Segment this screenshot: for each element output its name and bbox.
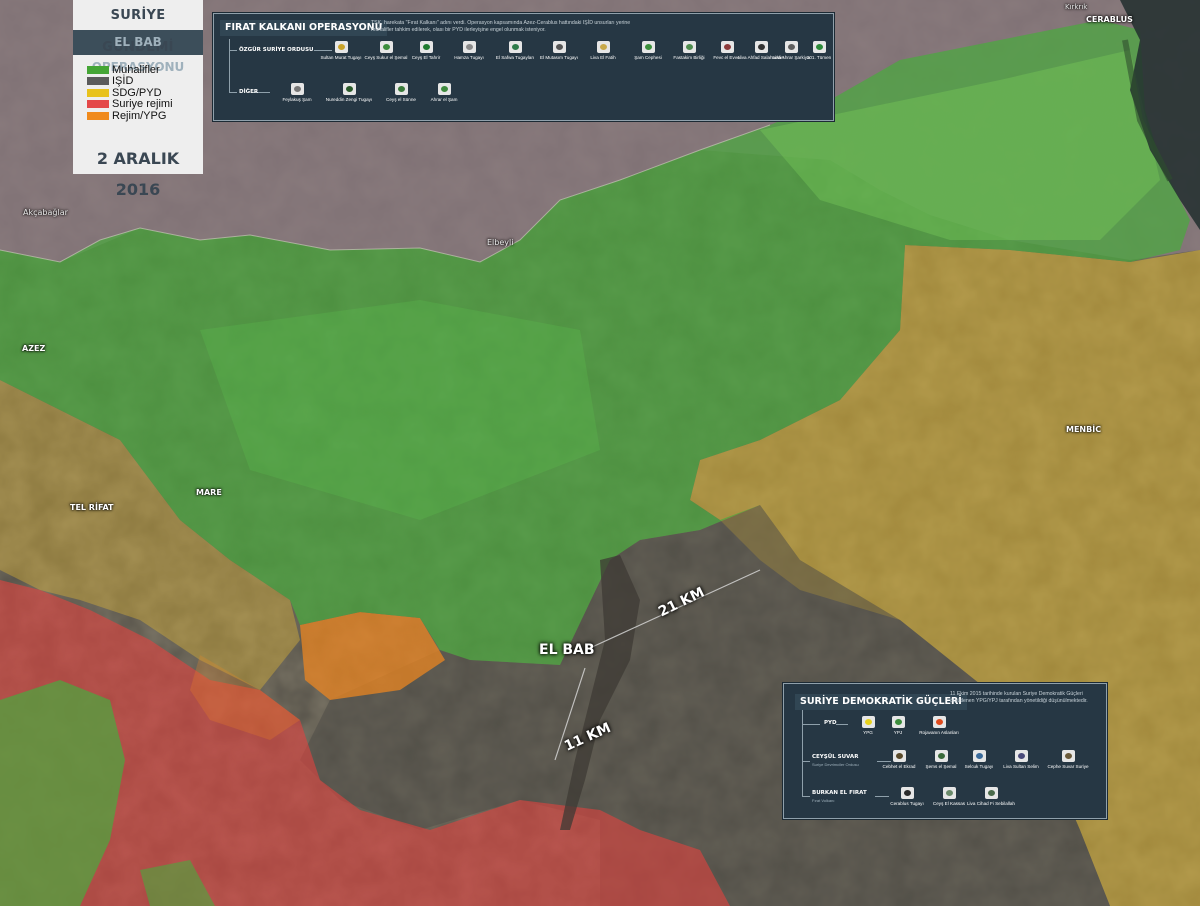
legend-swatch — [87, 88, 109, 97]
legend-label: SDG/PYD — [112, 86, 162, 99]
faction-item: El Safwa Tugayları — [490, 41, 540, 60]
faction-item: Liva Sultan Selim — [996, 750, 1046, 769]
feylakus-sam-emblem-icon — [290, 83, 304, 95]
ceys-el-sunne-emblem-icon — [394, 83, 408, 95]
place-tel-rifat: TEL RİFAT — [70, 503, 114, 512]
faction-name: Liva Sultan Selim — [1003, 764, 1039, 769]
el-mutasim-emblem-icon — [552, 41, 566, 53]
faction-name: 101. Tümen — [806, 55, 832, 60]
group-label-ozgur-suriye-ordusu: ÖZGÜR SURİYE ORDUSU — [239, 47, 314, 53]
selcuk-emblem-icon — [972, 750, 986, 762]
group-label-diger: DİĞER — [239, 89, 259, 95]
faction-item: Liva Cihad Fi Sebilallah — [966, 787, 1016, 806]
ceys-el-tahrir-emblem-icon — [419, 41, 433, 53]
firat-panel-title: FIRAT KALKANI OPERASYONU — [220, 20, 388, 36]
place-mare: MARE — [196, 488, 222, 497]
faction-item: Sultan Murat Tugayı — [316, 41, 366, 60]
faction-name: Ahrar el Şam — [430, 97, 458, 102]
sam-cephesi-emblem-icon — [641, 41, 655, 53]
group-label-burkan-el-firat: BURKAN EL FIRAT — [812, 790, 867, 796]
el-safwa-emblem-icon — [508, 41, 522, 53]
place-kirkrik: Kırkrık — [1065, 3, 1088, 11]
faction-item: Liva El Fatih — [578, 41, 628, 60]
place-azez: AZEZ — [22, 344, 46, 353]
legend-item: Muhalifler — [87, 63, 203, 76]
hamza-emblem-icon — [462, 41, 476, 53]
legend-swatch — [87, 65, 109, 74]
title-block: SURİYE GÜNDEMİ EL BAB OPERASYONU Muhalif… — [73, 0, 203, 199]
cebhet-el-ekrad-emblem-icon — [892, 750, 906, 762]
date-label: 2 ARALIK 2016 — [96, 149, 180, 199]
sdg-panel-description: 11 Ekim 2015 tarihinde kurulan Suriye De… — [950, 691, 1088, 704]
operation-subtitle: EL BAB OPERASYONU — [73, 30, 203, 74]
legend-label: Muhalifler — [112, 63, 160, 76]
faction-name: El Safwa Tugayları — [495, 55, 535, 60]
legend-swatch — [87, 100, 109, 108]
legend-swatch — [87, 77, 109, 85]
place-el-bab: EL BAB — [539, 642, 595, 658]
faction-item: Ahrar el Şam — [419, 83, 469, 102]
ahrar-el-sam-emblem-icon — [437, 83, 451, 95]
faction-item: Rojavanın Aslanları — [914, 716, 964, 735]
group-sub-ceysul-suvar: Suriye Devrimciler Ordusu — [812, 762, 859, 767]
firat-panel-description: TSK, harekata "Fırat Kalkanı" adını verd… — [371, 20, 631, 33]
tumen-101-flag-icon — [812, 41, 826, 53]
legend-item: SDG/PYD — [87, 86, 203, 99]
faction-name: El Mutasım Tugayı — [539, 55, 579, 60]
faction-item: El Mutasım Tugayı — [534, 41, 584, 60]
sultan-murat-emblem-icon — [334, 41, 348, 53]
group-label-ceysul-suvar: CEYŞÜL SUVAR — [812, 754, 859, 760]
liva-cihad-emblem-icon — [984, 787, 998, 799]
group-label-pyd: PYD — [824, 720, 837, 726]
group-sub-burkan-el-firat: Fırat Volkanı — [812, 798, 835, 803]
cephe-suvar-emblem-icon — [1061, 750, 1075, 762]
faction-item: Nureddin Zengi Tugayı — [324, 83, 374, 102]
sdg-panel: SURİYE DEMOKRATİK GÜÇLERİ 11 Ekim 2015 t… — [783, 683, 1107, 819]
faction-name: Sultan Murat Tugayı — [320, 55, 362, 60]
legend-label: IŞİD — [112, 75, 134, 87]
place-menbic: MENBİC — [1066, 425, 1102, 434]
firat-kalkani-panel: FIRAT KALKANI OPERASYONU TSK, harekata "… — [213, 13, 834, 121]
place-elbeyli: Elbeyli — [487, 238, 514, 247]
cerablus-tugayi-emblem-icon — [900, 787, 914, 799]
sdg-panel-title: SURİYE DEMOKRATİK GÜÇLERİ — [795, 694, 967, 710]
legend-label: Rejim/YPG — [112, 109, 167, 122]
liva-el-fatih-emblem-icon — [596, 41, 610, 53]
rojava-aslanlari-flag-icon — [932, 716, 946, 728]
ceys-el-kassas-emblem-icon — [942, 787, 956, 799]
faction-name: Liva Cihad Fi Sebilallah — [966, 801, 1015, 806]
ceys-sukur-emblem-icon — [379, 41, 393, 53]
faction-name: Nureddin Zengi Tugayı — [325, 97, 373, 102]
faction-name: Rojavanın Aslanları — [919, 730, 959, 735]
legend-item: Rejim/YPG — [87, 109, 203, 122]
faction-name: Hamza Tugayı — [454, 55, 484, 60]
legend-item: Suriye rejimi — [87, 98, 203, 110]
sems-el-semal-emblem-icon — [934, 750, 948, 762]
faction-item: Feylakuş Şam — [272, 83, 322, 102]
fevc-el-evvel-emblem-icon — [720, 41, 734, 53]
ypj-flag-icon — [891, 716, 905, 728]
nureddin-zengi-emblem-icon — [342, 83, 356, 95]
legend-label: Suriye rejimi — [112, 98, 173, 110]
faction-name: Liva El Fatih — [590, 55, 616, 60]
header-title: SURİYE GÜNDEMİ — [102, 8, 173, 55]
place-akcabaglar: Akçabağlar — [23, 208, 68, 217]
faction-item: Hamza Tugayı — [444, 41, 494, 60]
liva-sultan-selim-emblem-icon — [1014, 750, 1028, 762]
faction-item: Cephe Suvar Suriye — [1043, 750, 1093, 769]
place-cerablus: CERABLUS — [1086, 15, 1133, 24]
legend-swatch — [87, 111, 109, 120]
faction-name: Feylakuş Şam — [282, 97, 312, 102]
fastakim-emblem-icon — [682, 41, 696, 53]
faction-item: 101. Tümen — [794, 41, 844, 60]
faction-name: Cephe Suvar Suriye — [1047, 764, 1089, 769]
